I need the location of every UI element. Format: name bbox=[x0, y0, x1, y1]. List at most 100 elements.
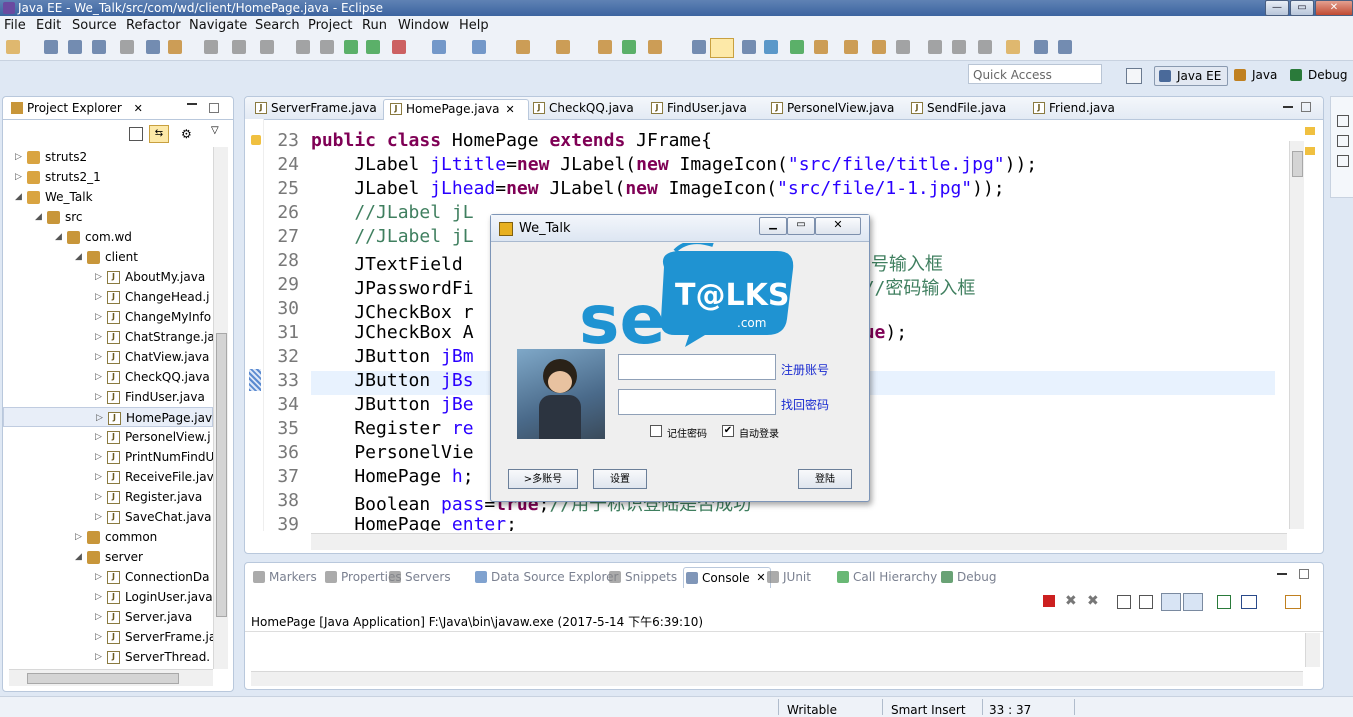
editor-tab-serverframe[interactable]: J ServerFrame.java bbox=[249, 99, 377, 119]
menu-navigate[interactable]: Navigate bbox=[189, 18, 247, 33]
toolbar-icon[interactable] bbox=[296, 40, 310, 54]
menu-edit[interactable]: Edit bbox=[36, 18, 61, 33]
code-line[interactable]: JLabel jLtitle=new JLabel(new ImageIcon(… bbox=[311, 154, 1037, 175]
register-account-link[interactable]: 注册账号 bbox=[781, 361, 829, 378]
editor-tab-homepage[interactable]: J HomePage.java ✕ bbox=[383, 99, 529, 120]
editor-tab-finduser[interactable]: J FindUser.java bbox=[645, 99, 747, 119]
tree-item[interactable]: ▷ J LoginUser.java bbox=[3, 587, 213, 607]
settings-button[interactable]: 设置 bbox=[593, 469, 647, 489]
bottom-tab-console[interactable]: Console ✕ bbox=[683, 567, 771, 588]
outline-icon[interactable] bbox=[1337, 115, 1349, 127]
tree-item[interactable]: ▷ J Server.java bbox=[3, 607, 213, 627]
maximize-console-icon[interactable] bbox=[1299, 569, 1309, 579]
perspective-debug[interactable]: Debug bbox=[1286, 66, 1353, 84]
minimize-console-icon[interactable] bbox=[1277, 573, 1287, 575]
tree-item[interactable]: ▷ common bbox=[3, 527, 213, 547]
code-line[interactable]: JButton jBs bbox=[311, 370, 473, 391]
minimize-editor-icon[interactable] bbox=[1283, 106, 1293, 108]
quick-access-input[interactable]: Quick Access bbox=[968, 64, 1102, 84]
console-vertical-scrollbar[interactable] bbox=[1305, 633, 1320, 667]
login-button[interactable]: 登陆 bbox=[798, 469, 852, 489]
remove-all-icon[interactable]: ✖ bbox=[1087, 593, 1099, 609]
code-line[interactable]: //JLabel jL bbox=[311, 202, 473, 223]
menu-project[interactable]: Project bbox=[308, 18, 352, 33]
dialog-close-button[interactable]: ✕ bbox=[815, 217, 861, 235]
code-line[interactable]: JButton jBe bbox=[311, 394, 473, 415]
editor-vertical-scrollbar[interactable] bbox=[1289, 141, 1304, 529]
toolbar-icon[interactable] bbox=[742, 40, 756, 54]
bottom-tab-markers[interactable]: Markers bbox=[251, 567, 317, 587]
code-line[interactable]: Register re bbox=[311, 418, 473, 439]
dialog-maximize-button[interactable]: ▭ bbox=[787, 217, 815, 235]
scroll-lock-icon[interactable] bbox=[1139, 595, 1153, 609]
perspective-java-ee[interactable]: Java EE bbox=[1154, 66, 1229, 86]
tree-item[interactable]: ▷ J AboutMy.java bbox=[3, 267, 213, 287]
editor-tab-personelview[interactable]: J PersonelView.java bbox=[765, 99, 894, 119]
tree-item[interactable]: ▷ J HomePage.jav bbox=[3, 407, 213, 427]
tree-item[interactable]: ◢ server bbox=[3, 547, 213, 567]
password-input[interactable] bbox=[618, 389, 776, 415]
toolbar-icon[interactable] bbox=[978, 40, 992, 54]
toolbar-icon[interactable] bbox=[432, 40, 446, 54]
tree-item[interactable]: ▷ J ReceiveFile.jav bbox=[3, 467, 213, 487]
toolbar-icon[interactable] bbox=[1006, 40, 1020, 54]
remove-launch-icon[interactable]: ✖ bbox=[1065, 593, 1077, 609]
tree-item[interactable]: ▷ J ChatStrange.ja bbox=[3, 327, 213, 347]
close-button[interactable]: ✕ bbox=[1315, 0, 1353, 16]
auto-login-checkbox[interactable]: ✔ bbox=[722, 425, 734, 437]
explorer-vertical-scrollbar[interactable] bbox=[213, 147, 228, 669]
close-icon[interactable]: ✕ bbox=[134, 102, 143, 115]
tree-item[interactable]: ▷ J ServerThread. bbox=[3, 647, 213, 667]
collapsed-arrow-icon[interactable]: ▷ bbox=[15, 147, 25, 167]
toolbar-icon[interactable] bbox=[872, 40, 886, 54]
account-input[interactable] bbox=[618, 354, 776, 380]
collapse-all-icon[interactable] bbox=[129, 127, 143, 141]
bottom-tab-servers[interactable]: Servers bbox=[387, 567, 451, 587]
toolbar-icon[interactable] bbox=[1034, 40, 1048, 54]
toolbar-icon[interactable] bbox=[692, 40, 706, 54]
open-perspective-icon[interactable] bbox=[1126, 68, 1142, 84]
toolbar-icon[interactable] bbox=[1058, 40, 1072, 54]
toolbar-icon[interactable] bbox=[896, 40, 910, 54]
toolbar-icon[interactable] bbox=[204, 40, 218, 54]
task-list-icon[interactable] bbox=[1337, 135, 1349, 147]
code-line[interactable]: HomePage enter; bbox=[311, 514, 517, 531]
tab-project-explorer[interactable]: Project Explorer ✕ bbox=[5, 99, 153, 119]
menu-file[interactable]: File bbox=[4, 18, 26, 33]
remember-password-checkbox[interactable] bbox=[650, 425, 662, 437]
expanded-arrow-icon[interactable]: ◢ bbox=[15, 187, 25, 207]
menu-help[interactable]: Help bbox=[459, 18, 489, 33]
menu-search[interactable]: Search bbox=[255, 18, 300, 33]
maximize-view-icon[interactable] bbox=[209, 103, 219, 113]
clear-console-icon[interactable] bbox=[1117, 595, 1131, 609]
menu-refactor[interactable]: Refactor bbox=[126, 18, 181, 33]
console-horizontal-scrollbar[interactable] bbox=[251, 671, 1303, 686]
tree-item[interactable]: ▷ J ChangeMyInfo bbox=[3, 307, 213, 327]
outline-view-icon[interactable] bbox=[1337, 155, 1349, 167]
bottom-tab-snippets[interactable]: Snippets bbox=[607, 567, 677, 587]
toolbar-icon[interactable] bbox=[366, 40, 380, 54]
explorer-scroll-thumb[interactable] bbox=[216, 333, 227, 617]
toolbar-icon[interactable] bbox=[344, 40, 358, 54]
toolbar-icon[interactable] bbox=[952, 40, 966, 54]
toolbar-icon[interactable] bbox=[814, 40, 828, 54]
menu-window[interactable]: Window bbox=[398, 18, 449, 33]
editor-horizontal-scrollbar[interactable] bbox=[311, 533, 1287, 550]
tree-item[interactable]: ▷ J ChangeHead.j bbox=[3, 287, 213, 307]
toolbar-icon[interactable] bbox=[260, 40, 274, 54]
link-with-editor-icon[interactable]: ⇆ bbox=[149, 125, 169, 143]
show-on-stdout-icon[interactable] bbox=[1161, 593, 1181, 611]
toolbar-icon[interactable] bbox=[392, 40, 406, 54]
toolbar-icon[interactable] bbox=[68, 40, 82, 54]
filter-icon[interactable]: ⚙ bbox=[181, 127, 195, 141]
toolbar-icon[interactable] bbox=[92, 40, 106, 54]
dialog-minimize-button[interactable]: ▁ bbox=[759, 217, 787, 235]
tree-item[interactable]: ▷ J PersonelView.j bbox=[3, 427, 213, 447]
view-menu-icon[interactable]: ▽ bbox=[211, 125, 219, 136]
code-line[interactable]: public class HomePage extends JFrame{ bbox=[311, 130, 712, 151]
toolbar-icon[interactable] bbox=[44, 40, 58, 54]
tree-item[interactable]: ◢ com.wd bbox=[3, 227, 213, 247]
toolbar-icon[interactable] bbox=[120, 40, 134, 54]
toolbar-icon[interactable] bbox=[764, 40, 778, 54]
toolbar-icon[interactable] bbox=[790, 40, 804, 54]
